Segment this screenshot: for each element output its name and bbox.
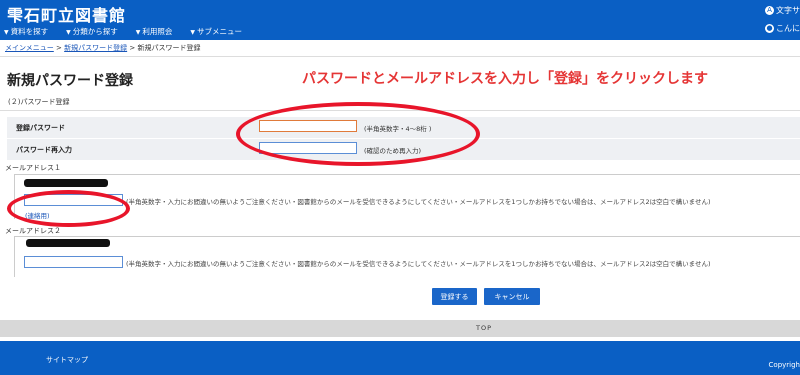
caret-down-icon: ▼ — [66, 29, 71, 36]
breadcrumb: メインメニュー > 新規パスワード登録 > 新規パスワード登録 — [5, 43, 200, 53]
font-size-label: 文字サ — [776, 6, 800, 15]
sitemap-link[interactable]: サイトマップ — [46, 355, 88, 365]
nav-search-materials[interactable]: ▼ 資料を探す — [4, 26, 48, 37]
page-title: 新規パスワード登録 — [7, 73, 133, 89]
user-icon: ● — [765, 24, 774, 33]
user-greeting: ● こんに — [765, 23, 800, 34]
password-confirm-label: パスワード再入力 — [16, 146, 72, 154]
mail1-label: メールアドレス１ — [5, 164, 61, 172]
password-label: 登録パスワード — [16, 124, 65, 132]
highlight-ellipse-mail — [7, 190, 130, 227]
breadcrumb-separator: > — [129, 44, 136, 52]
section-subtitle: (２)パスワード登録 — [8, 98, 70, 106]
breadcrumb-main-menu[interactable]: メインメニュー — [5, 44, 54, 52]
site-footer: サイトマップ Copyrigh — [0, 341, 800, 375]
caret-down-icon: ▼ — [4, 29, 9, 36]
cancel-button[interactable]: キャンセル — [484, 288, 540, 305]
breadcrumb-new-password[interactable]: 新規パスワード登録 — [64, 44, 127, 52]
register-button[interactable]: 登録する — [432, 288, 477, 305]
top-bar: TOP — [0, 320, 800, 337]
divider — [0, 56, 800, 57]
nav-search-by-category[interactable]: ▼ 分類から探す — [66, 26, 118, 37]
redacted-text — [24, 179, 108, 187]
nav-submenu[interactable]: ▼ サブメニュー — [190, 26, 242, 37]
font-size-icon: A — [765, 6, 774, 15]
mail2-input[interactable] — [24, 256, 123, 268]
caret-down-icon: ▼ — [135, 29, 141, 36]
mail2-section — [14, 236, 800, 277]
site-title[interactable]: 雫石町立図書館 — [7, 2, 126, 26]
breadcrumb-separator: > — [56, 44, 62, 52]
copyright: Copyrigh — [768, 361, 800, 369]
highlight-ellipse-password — [236, 102, 480, 166]
back-to-top-link[interactable]: TOP — [476, 324, 492, 332]
main-nav: ▼ 資料を探す ▼ 分類から探す ▼ 利用照会 ▼ サブメニュー — [4, 26, 242, 37]
caret-down-icon: ▼ — [190, 29, 195, 36]
breadcrumb-current: 新規パスワード登録 — [137, 44, 201, 52]
site-header: 雫石町立図書館 A 文字サ ● こんに ▼ 資料を探す ▼ 分類から探す ▼ 利用照会 ▼… — [0, 0, 800, 40]
redacted-text — [26, 239, 110, 247]
greeting-text: こんに — [776, 24, 800, 33]
nav-usage-inquiry[interactable]: ▼ 利用照会 — [136, 26, 173, 37]
mail2-note: (半角英数字・入力にお間違いの無いようご注意ください・図書館からのメールを受信で… — [126, 260, 711, 268]
mail2-label: メールアドレス２ — [5, 227, 61, 235]
mail1-note: (半角英数字・入力にお間違いの無いようご注意ください・図書館からのメールを受信で… — [126, 198, 711, 206]
font-size-control[interactable]: A 文字サ — [765, 5, 800, 16]
instruction-annotation: パスワードとメールアドレスを入力し「登録」をクリックします — [302, 71, 708, 87]
